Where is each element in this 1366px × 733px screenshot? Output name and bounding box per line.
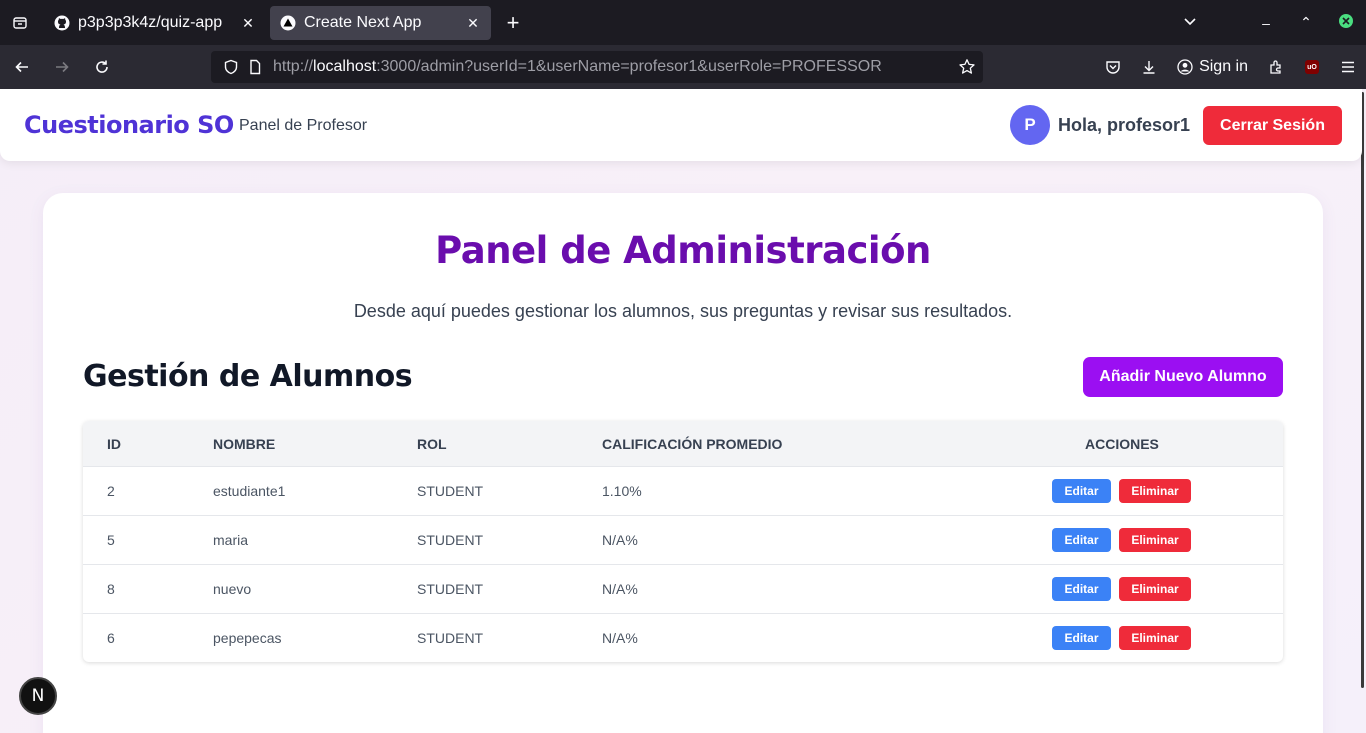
github-icon [54, 15, 70, 31]
cell-name: nuevo [213, 581, 252, 597]
cell-role: STUDENT [417, 532, 484, 548]
new-tab-icon[interactable]: + [495, 5, 531, 41]
delete-button[interactable]: Eliminar [1119, 626, 1191, 650]
header-actions: ACCIONES [1085, 435, 1159, 452]
cell-grade: 1.10% [602, 483, 642, 499]
tab-title: p3p3p3k4z/quiz-app [78, 14, 223, 31]
download-icon[interactable] [1131, 59, 1167, 75]
nextjs-icon [280, 15, 296, 31]
browser-nav-bar: http://localhost:3000/admin?userId=1&use… [0, 45, 1366, 89]
page-subtitle: Desde aquí puedes gestionar los alumnos,… [353, 301, 1013, 321]
avatar: P [1010, 105, 1050, 145]
bookmark-star-icon[interactable] [951, 58, 983, 76]
header-name: NOMBRE [213, 435, 276, 452]
app-header: Cuestionario SO Panel de Profesor P Hola… [0, 89, 1362, 161]
add-student-button[interactable]: Añadir Nuevo Alumno [1083, 357, 1283, 397]
edit-button[interactable]: Editar [1052, 577, 1111, 601]
restore-icon[interactable]: ⌃ [1286, 14, 1326, 31]
tab-create-next-app[interactable]: Create Next App ✕ [270, 6, 491, 40]
header-role: ROL [417, 435, 447, 452]
delete-button[interactable]: Eliminar [1119, 528, 1191, 552]
cell-name: pepepecas [213, 630, 282, 646]
user-greeting: Hola, profesor1 [1058, 115, 1191, 135]
table-row: 8 nuevo STUDENT N/A% Editar Eliminar [83, 564, 1283, 613]
cell-id: 6 [107, 630, 115, 646]
list-all-tabs-icon[interactable] [1170, 14, 1210, 31]
edit-button[interactable]: Editar [1052, 528, 1111, 552]
page-viewport: Cuestionario SO Panel de Profesor P Hola… [0, 89, 1366, 733]
cell-role: STUDENT [417, 630, 484, 646]
admin-card: Panel de Administración Desde aquí puede… [43, 193, 1323, 733]
tab-list-icon[interactable] [0, 0, 40, 45]
cell-role: STUDENT [417, 483, 484, 499]
students-table: ID NOMBRE ROL CALIFICACIÓN PROMEDIO ACCI… [83, 421, 1283, 662]
back-icon[interactable] [4, 51, 40, 83]
sign-in-button[interactable]: Sign in [1169, 51, 1256, 83]
header-id: ID [107, 435, 121, 452]
cell-id: 5 [107, 532, 115, 548]
extensions-icon[interactable] [1258, 59, 1294, 75]
table-header: ID NOMBRE ROL CALIFICACIÓN PROMEDIO ACCI… [83, 421, 1283, 466]
sign-in-label: Sign in [1199, 58, 1248, 75]
cell-name: maria [213, 532, 249, 548]
delete-button[interactable]: Eliminar [1119, 577, 1191, 601]
cell-id: 2 [107, 483, 115, 499]
cell-grade: N/A% [602, 532, 638, 548]
tab-title: Create Next App [304, 14, 422, 31]
shield-icon[interactable] [219, 55, 243, 79]
ublock-icon[interactable]: uO [1294, 60, 1330, 74]
cell-grade: N/A% [602, 581, 638, 597]
cell-role: STUDENT [417, 581, 484, 597]
page-icon[interactable] [243, 55, 267, 79]
menu-icon[interactable] [1330, 59, 1366, 75]
cell-id: 8 [107, 581, 115, 597]
table-row: 2 estudiante1 STUDENT 1.10% Editar Elimi… [83, 466, 1283, 515]
cell-name: estudiante1 [213, 483, 286, 499]
minimize-icon[interactable]: – [1246, 15, 1286, 31]
url-text: http://localhost:3000/admin?userId=1&use… [273, 58, 882, 75]
tab-github[interactable]: p3p3p3k4z/quiz-app ✕ [44, 6, 266, 40]
nav-panel-profesor[interactable]: Panel de Profesor [239, 117, 367, 135]
edit-button[interactable]: Editar [1052, 479, 1111, 503]
close-tab-icon[interactable]: ✕ [240, 15, 256, 32]
header-grade: CALIFICACIÓN PROMEDIO [602, 435, 783, 452]
delete-button[interactable]: Eliminar [1119, 479, 1191, 503]
page-title: Panel de Administración [435, 229, 931, 272]
brand-logo[interactable]: Cuestionario SO [24, 111, 234, 139]
account-icon [1177, 59, 1193, 75]
scrollbar[interactable] [1361, 92, 1364, 688]
table-row: 6 pepepecas STUDENT N/A% Editar Eliminar [83, 613, 1283, 662]
forward-icon[interactable] [44, 51, 80, 83]
reload-icon[interactable] [84, 51, 120, 83]
table-row: 5 maria STUDENT N/A% Editar Eliminar [83, 515, 1283, 564]
url-bar[interactable]: http://localhost:3000/admin?userId=1&use… [211, 51, 983, 83]
section-title: Gestión de Alumnos [83, 359, 413, 394]
cell-grade: N/A% [602, 630, 638, 646]
nextjs-dev-badge[interactable]: N [19, 677, 57, 715]
edit-button[interactable]: Editar [1052, 626, 1111, 650]
close-tab-icon[interactable]: ✕ [465, 15, 481, 32]
browser-tab-bar: p3p3p3k4z/quiz-app ✕ Create Next App ✕ +… [0, 0, 1366, 45]
pocket-icon[interactable] [1095, 59, 1131, 75]
logout-button[interactable]: Cerrar Sesión [1203, 106, 1342, 145]
close-window-icon[interactable] [1326, 13, 1366, 32]
